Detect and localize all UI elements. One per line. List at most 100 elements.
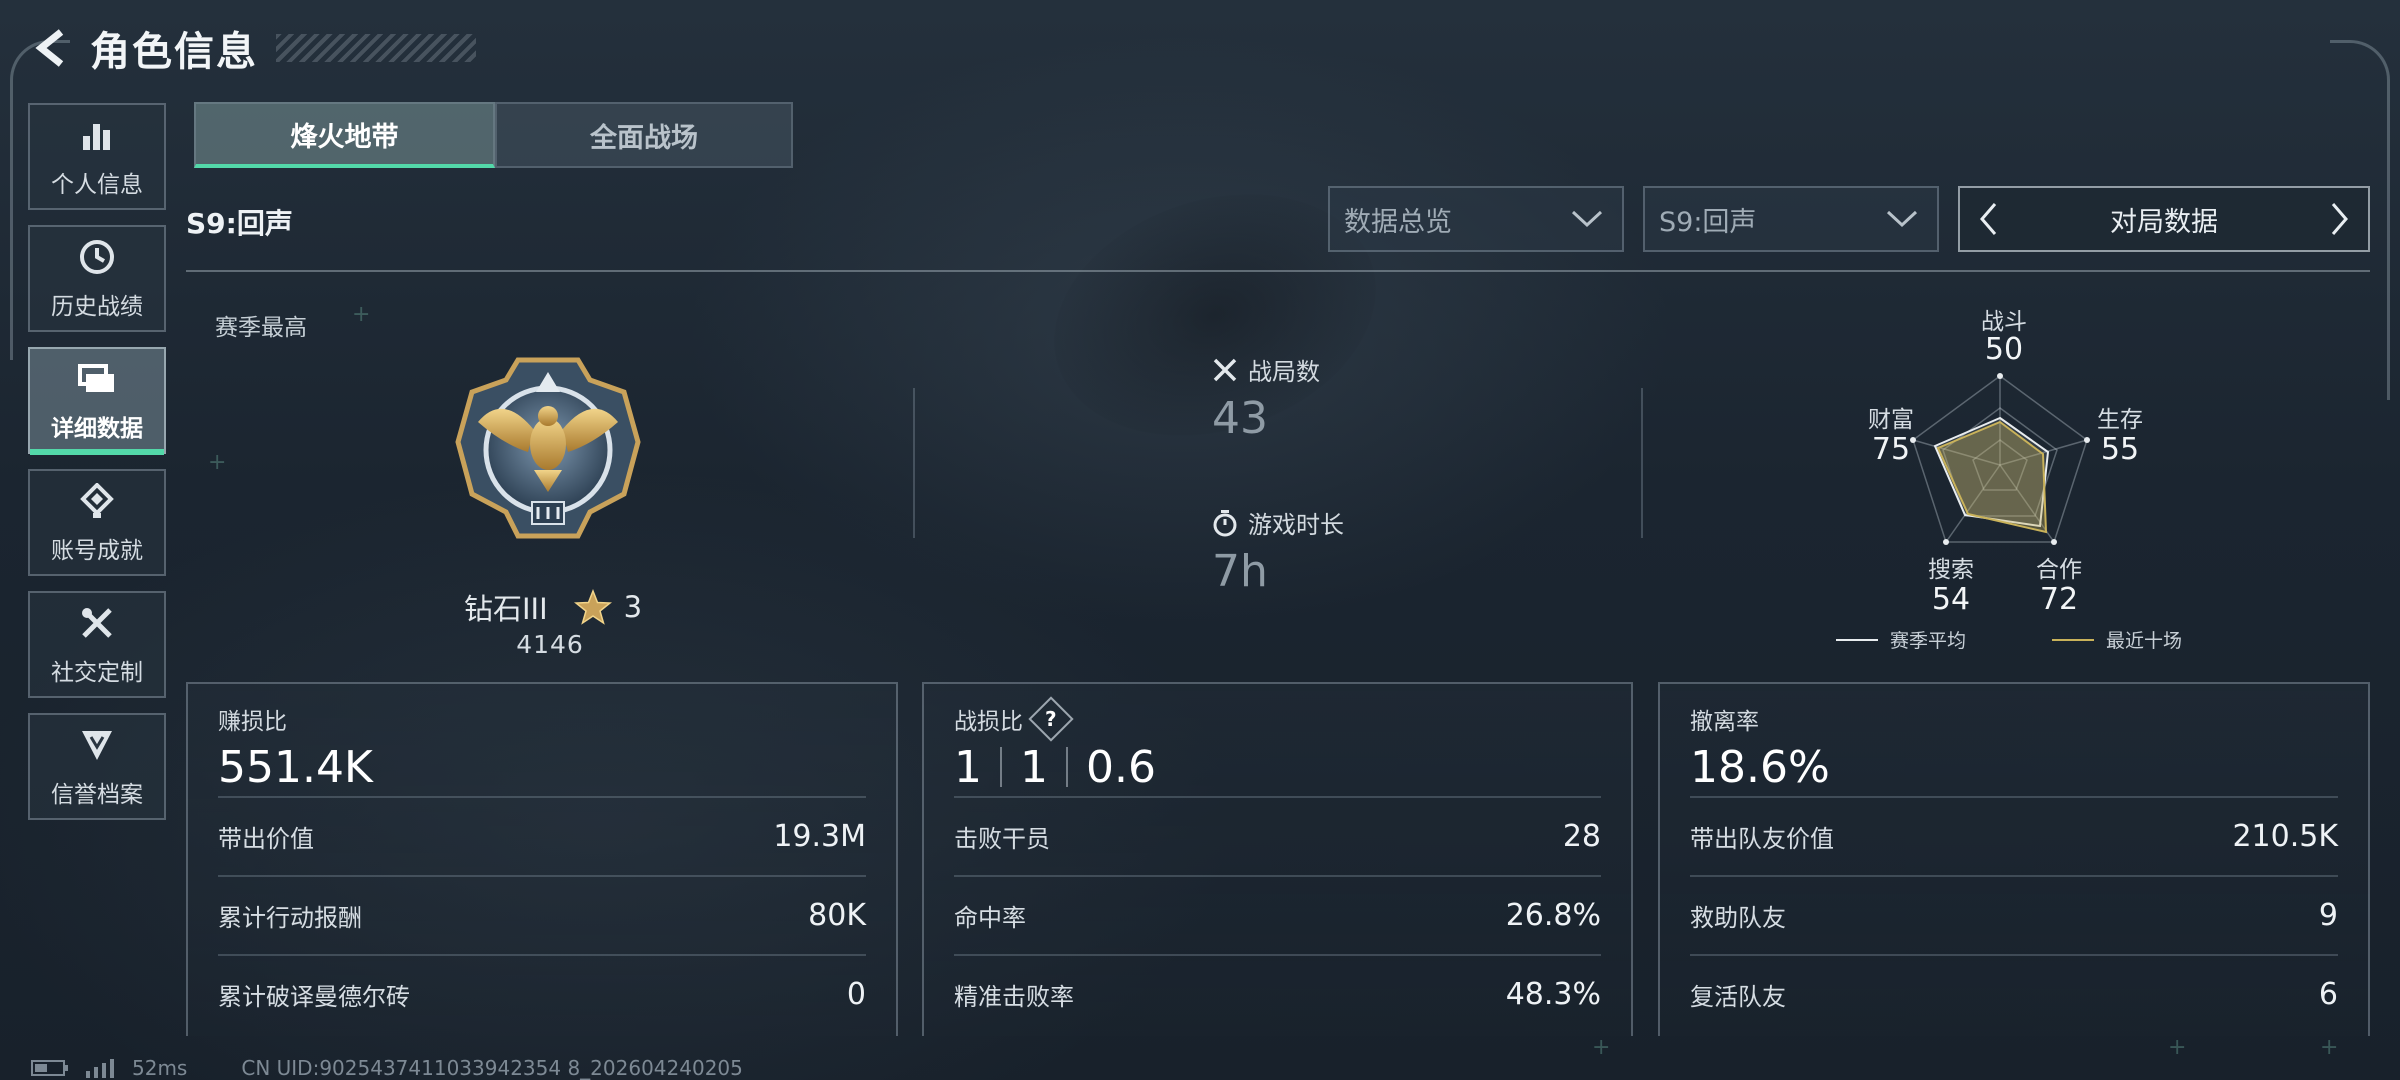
crosshair-decoration: +	[352, 302, 371, 327]
season-label: S9:回声	[186, 207, 293, 240]
sidebar-item-personal-info[interactable]: 个人信息	[28, 103, 166, 210]
chevron-right-icon	[2331, 203, 2348, 235]
row-label: 击败干员	[954, 825, 1050, 853]
row-label: 复活队友	[1690, 983, 1786, 1011]
row-value: 6	[2318, 977, 2338, 1012]
radar-label-combat: 战斗	[1981, 309, 2027, 335]
sidebar-item-credit-file[interactable]: 信誉档案	[28, 713, 166, 820]
radar-legend-season-average: 赛季平均	[1836, 626, 1966, 653]
crosshair-decoration: +	[1592, 1035, 1611, 1060]
radar-label-search: 搜索	[1928, 557, 1974, 583]
row-value: 48.3%	[1505, 977, 1601, 1012]
row-label: 累计破译曼德尔砖	[218, 983, 410, 1011]
help-icon[interactable]: ?	[1028, 696, 1074, 742]
playtime-label: 游戏时长	[1248, 511, 1344, 539]
dropdown-selected-value: 数据总览	[1344, 206, 1452, 238]
kd-separator	[1000, 747, 1002, 787]
radar-label-survival: 生存	[2097, 407, 2143, 433]
sidebar-item-label: 账号成就	[51, 537, 143, 564]
row-label: 带出价值	[218, 825, 314, 853]
card-row: 命中率 26.8%	[954, 875, 1601, 954]
row-value: 9	[2318, 898, 2338, 933]
crossed-swords-icon	[1213, 358, 1237, 381]
pager-label: 对局数据	[2110, 206, 2218, 238]
sidebar-item-label: 详细数据	[51, 415, 143, 442]
card-row: 救助队友 9	[1690, 875, 2338, 954]
card-title: 赚损比	[218, 709, 287, 735]
radar-value-search: 54	[1931, 582, 1971, 617]
radar-label-cooperation: 合作	[2036, 557, 2082, 583]
radar-value-cooperation: 72	[2039, 582, 2079, 617]
radar-value-wealth: 75	[1871, 432, 1911, 467]
season-dropdown[interactable]: S9:回声	[1643, 186, 1939, 252]
sidebar-item-label: 个人信息	[51, 171, 143, 198]
radar-label-wealth: 财富	[1868, 407, 1914, 433]
rank-medal-emblem	[448, 352, 648, 544]
crosshair-decoration: +	[208, 450, 227, 475]
sidebar-item-achievements[interactable]: 账号成就	[28, 469, 166, 576]
card-title: 撤离率	[1690, 709, 1759, 735]
page-title: 角色信息	[90, 29, 258, 75]
sidebar-item-detailed-data[interactable]: 详细数据	[28, 347, 166, 455]
pager-next-button[interactable]	[2322, 194, 2358, 244]
data-overview-dropdown[interactable]: 数据总览	[1328, 186, 1624, 252]
matches-stat: 战局数 43	[1212, 352, 1320, 444]
row-label: 命中率	[954, 904, 1026, 932]
chevron-down-icon	[1886, 210, 1918, 228]
back-arrow-icon	[35, 29, 64, 67]
title-hatch-decoration	[276, 34, 476, 62]
match-data-pager: 对局数据	[1958, 186, 2370, 252]
sidebar-item-label: 历史战绩	[51, 293, 143, 320]
crosshair-decoration: +	[2168, 1035, 2187, 1060]
kd-separator	[1066, 747, 1068, 787]
row-label: 累计行动报酬	[218, 904, 362, 932]
card-row: 精准击败率 48.3%	[954, 954, 1601, 1033]
tab-beacon-zone[interactable]: 烽火地带	[194, 102, 495, 168]
sidebar-item-label: 信誉档案	[51, 781, 143, 808]
battery-icon	[31, 1060, 68, 1076]
page-header: 角色信息	[26, 18, 476, 78]
tools-icon	[77, 603, 117, 643]
card-row: 复活队友 6	[1690, 954, 2338, 1033]
playtime-stat: 游戏时长 7h	[1212, 505, 1344, 597]
legend-swatch-white	[1836, 638, 1878, 641]
card-row: 击败干员 28	[954, 796, 1601, 875]
kd-deaths: 1	[1020, 741, 1048, 793]
sidebar-item-history[interactable]: 历史战绩	[28, 225, 166, 332]
dropdown-selected-value: S9:回声	[1659, 206, 1757, 238]
row-value: 80K	[808, 898, 866, 933]
card-main-value: 551.4K	[218, 741, 373, 793]
card-title-line: 战损比 ?	[954, 696, 1601, 742]
tab-full-battlefield[interactable]: 全面战场	[495, 102, 793, 168]
signal-icon	[86, 1059, 114, 1078]
profit-ratio-card: 赚损比 551.4K 带出价值 19.3M 累计行动报酬 80K 累计破译曼德尔…	[186, 682, 898, 1036]
section-separator	[913, 388, 915, 538]
section-divider	[186, 270, 2370, 272]
sidebar-item-social-custom[interactable]: 社交定制	[28, 591, 166, 698]
ping-value: 52ms	[132, 1056, 188, 1080]
rank-caption: 赛季最高	[215, 315, 307, 341]
row-value: 19.3M	[773, 819, 866, 854]
card-row: 累计破译曼德尔砖 0	[218, 954, 866, 1033]
history-icon	[77, 237, 117, 277]
crosshair-decoration: +	[2320, 1035, 2339, 1060]
bar-chart-icon	[77, 115, 117, 155]
back-button[interactable]	[26, 23, 76, 73]
section-separator	[1641, 388, 1643, 538]
card-row: 带出队友价值 210.5K	[1690, 796, 2338, 875]
kd-values: 1 1 0.6	[954, 738, 1601, 796]
kd-ratio: 0.6	[1086, 741, 1156, 793]
rank-points: 4146	[516, 630, 584, 659]
row-label: 带出队友价值	[1690, 825, 1834, 853]
legend-swatch-gold	[2052, 638, 2094, 641]
credit-icon	[77, 725, 117, 765]
chevron-left-icon	[1980, 203, 1997, 235]
stopwatch-icon	[1213, 509, 1237, 536]
row-label: 救助队友	[1690, 904, 1786, 932]
card-title: 战损比	[954, 709, 1023, 735]
pager-prev-button[interactable]	[1970, 194, 2006, 244]
playtime-value: 7h	[1212, 546, 1268, 597]
card-row: 累计行动报酬 80K	[218, 875, 866, 954]
card-row: 带出价值 19.3M	[218, 796, 866, 875]
user-uid: CN UID:9025437411033942354 8_20260424020…	[241, 1056, 743, 1080]
